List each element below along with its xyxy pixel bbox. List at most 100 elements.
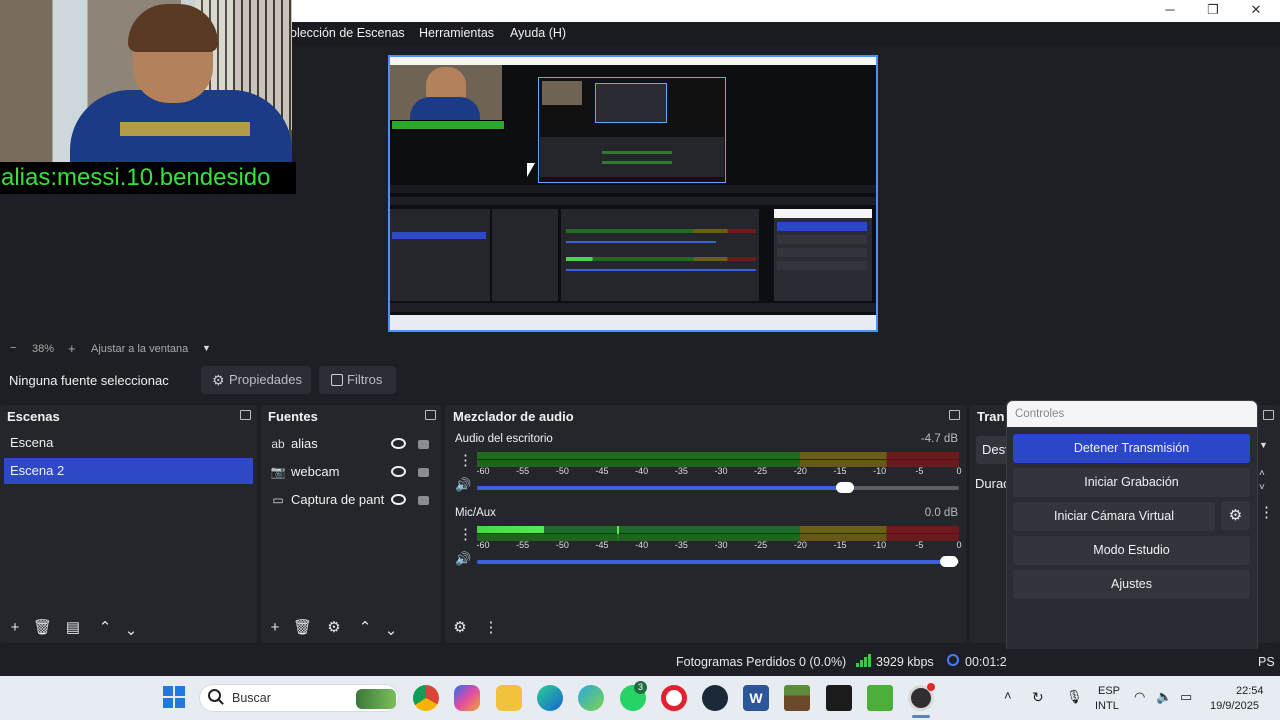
scene-filter-icon[interactable]: ▤: [64, 619, 82, 637]
lock-icon[interactable]: [418, 496, 429, 505]
volume-slider-handle[interactable]: [940, 556, 958, 567]
lock-icon[interactable]: [418, 440, 429, 449]
meter-tick-label: -55: [516, 540, 530, 550]
kebab-menu-icon[interactable]: ⋮: [482, 619, 500, 637]
channel-menu-icon[interactable]: ⋮: [458, 525, 473, 543]
speaker-icon[interactable]: 🔊: [455, 477, 471, 493]
meter-tick-label: -50: [555, 540, 569, 550]
float-dock-icon[interactable]: [240, 410, 251, 420]
meter-tick-label: -10: [873, 466, 887, 476]
webcam-feed: [0, 0, 292, 162]
speaker-icon[interactable]: 🔈: [1156, 689, 1172, 705]
visibility-eye-icon[interactable]: [391, 438, 406, 449]
meter-tick-label: -40: [635, 540, 649, 550]
zoom-in-button[interactable]: +: [68, 341, 76, 356]
studio-mode-button[interactable]: Modo Estudio: [1013, 536, 1250, 565]
volume-slider-handle[interactable]: [836, 482, 854, 493]
chrome-icon[interactable]: [413, 685, 439, 711]
edge-icon[interactable]: [537, 685, 563, 711]
source-list-item[interactable]: 📷 webcam: [266, 459, 438, 485]
steam-icon[interactable]: [702, 685, 728, 711]
show-hidden-icons-icon[interactable]: ˄: [1004, 688, 1012, 703]
stop-streaming-button[interactable]: Detener Transmisión: [1013, 434, 1250, 463]
status-bar: Fotogramas Perdidos 0 (0.0%) 3929 kbps 0…: [0, 649, 1280, 676]
taskbar-search[interactable]: Buscar: [199, 684, 399, 712]
settings-button[interactable]: Ajustes: [1013, 570, 1250, 599]
gear-icon[interactable]: ⚙: [325, 619, 343, 637]
menu-scene-collection[interactable]: olección de Escenas: [290, 26, 405, 40]
volume-slider-fill: [477, 486, 845, 490]
source-list-item[interactable]: ab alias: [266, 431, 438, 457]
meter-tick-label: 0: [956, 466, 962, 476]
filters-button[interactable]: Filtros: [319, 366, 396, 394]
capcut-icon[interactable]: [826, 685, 852, 711]
program-preview[interactable]: [388, 55, 878, 332]
scene-list-item[interactable]: Escena 2: [4, 458, 253, 484]
meter-tick-label: -60: [476, 466, 490, 476]
chevron-down-icon[interactable]: ▼: [202, 343, 211, 353]
bitrate-label: 3929 kbps: [876, 655, 934, 669]
clock-time[interactable]: 22:54: [1236, 685, 1264, 697]
trash-icon[interactable]: 🗑: [33, 619, 52, 637]
lang-bottom[interactable]: INTL: [1095, 700, 1119, 712]
channel-menu-icon[interactable]: ⋮: [458, 451, 473, 469]
minecraft-launcher-icon[interactable]: [784, 685, 810, 711]
photos-icon[interactable]: [578, 685, 604, 711]
add-source-icon[interactable]: +: [266, 619, 284, 637]
advanced-audio-icon[interactable]: ⚙: [451, 619, 469, 637]
chevron-down-icon[interactable]: ˅: [1259, 482, 1265, 493]
wifi-icon[interactable]: ◠: [1134, 689, 1145, 705]
visibility-eye-icon[interactable]: [391, 466, 406, 477]
sync-icon[interactable]: ↻: [1032, 689, 1044, 706]
opera-icon[interactable]: [661, 685, 687, 711]
add-scene-icon[interactable]: +: [6, 619, 24, 637]
word-icon[interactable]: W: [743, 685, 769, 711]
properties-button[interactable]: ⚙ Propiedades: [201, 366, 311, 394]
preview-zoom-bar: − 38% + Ajustar a la ventana ▼: [0, 341, 1280, 357]
close-icon[interactable]: ✕: [1246, 2, 1266, 18]
file-explorer-icon[interactable]: [496, 685, 522, 711]
zoom-out-button[interactable]: −: [10, 342, 16, 354]
scene-list-item[interactable]: Escena: [4, 430, 253, 456]
kebab-menu-icon[interactable]: ⋮: [1259, 503, 1274, 521]
speaker-icon[interactable]: 🔊: [455, 551, 471, 567]
meter-tick-label: -45: [595, 540, 609, 550]
alias-overlay-text: alias:messi.10.bendesido: [0, 162, 296, 194]
lang-top[interactable]: ESP: [1098, 685, 1120, 697]
float-dock-icon[interactable]: [425, 410, 436, 420]
virtual-camera-settings-icon[interactable]: ⚙: [1221, 501, 1250, 530]
menu-tools[interactable]: Herramientas: [419, 26, 494, 40]
whatsapp-icon[interactable]: 3: [620, 681, 647, 711]
meter-tick-label: -15: [833, 466, 847, 476]
source-list-item[interactable]: ▭ Captura de pant: [266, 487, 438, 513]
filters-label: Filtros: [347, 372, 383, 387]
start-virtual-camera-button[interactable]: Iniciar Cámara Virtual: [1013, 502, 1215, 531]
creeper-icon[interactable]: [867, 685, 893, 711]
chevron-down-icon[interactable]: ▼: [1259, 440, 1268, 450]
start-recording-button[interactable]: Iniciar Grabación: [1013, 468, 1250, 497]
float-dock-icon[interactable]: [1263, 410, 1274, 420]
move-up-icon[interactable]: ⌃: [96, 619, 114, 637]
minimize-icon[interactable]: ─: [1160, 2, 1180, 18]
fit-window-label[interactable]: Ajustar a la ventana: [91, 343, 188, 355]
move-up-icon[interactable]: ⌃: [356, 619, 374, 637]
trash-icon[interactable]: 🗑: [293, 619, 312, 637]
meter-tick-label: -35: [674, 540, 688, 550]
live-icon: [947, 654, 959, 666]
source-label: alias: [291, 436, 318, 451]
dropped-frames-label: Fotogramas Perdidos 0 (0.0%): [676, 655, 847, 669]
maximize-icon[interactable]: ❐: [1203, 2, 1223, 18]
chevron-up-icon[interactable]: ˄: [1259, 468, 1265, 479]
obs-icon[interactable]: [908, 683, 935, 711]
battery-icon[interactable]: ▭: [1180, 689, 1192, 705]
clock-date[interactable]: 19/9/2025: [1210, 700, 1259, 712]
move-down-icon[interactable]: ⌄: [382, 622, 400, 640]
visibility-eye-icon[interactable]: [391, 494, 406, 505]
microphone-icon[interactable]: 🎙: [1066, 689, 1083, 705]
lock-icon[interactable]: [418, 468, 429, 477]
move-down-icon[interactable]: ⌄: [122, 622, 140, 640]
copilot-icon[interactable]: [454, 685, 480, 711]
float-dock-icon[interactable]: [949, 410, 960, 420]
menu-help[interactable]: Ayuda (H): [510, 26, 566, 40]
meter-tick-label: -45: [595, 466, 609, 476]
